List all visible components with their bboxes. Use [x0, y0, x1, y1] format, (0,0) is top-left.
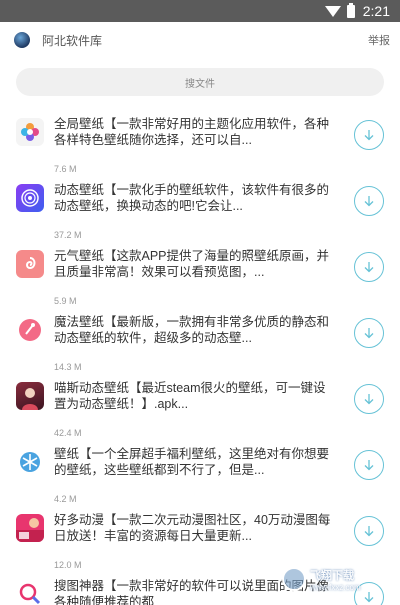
vortex-icon	[16, 184, 44, 212]
snowflake-icon	[16, 448, 44, 476]
watermark-url: www.fxxz.com	[310, 582, 361, 592]
item-description: 动态壁纸【一款化手的壁纸软件，该软件有很多的动态壁纸，换换动态的吧!它会让...	[54, 183, 330, 213]
report-button[interactable]: 举报	[368, 32, 390, 48]
watermark-logo-icon	[282, 567, 306, 591]
list-item[interactable]: 好多动漫【一款二次元动漫图社区，40万动漫图每日放送！丰富的资源每日大量更新..…	[0, 500, 400, 570]
download-arrow-icon	[364, 328, 374, 339]
battery-icon	[346, 2, 355, 18]
file-list: 全局壁纸【一款非常好用的主题化应用软件，各种各样特色壁纸随你选择，还可以自...…	[0, 104, 400, 605]
magic-icon	[16, 316, 44, 344]
download-arrow-icon	[364, 526, 374, 537]
item-description: 壁纸【一个全屏超手福利壁纸，这里绝对有你想要的壁纸，这些壁纸都到不行了，但是..…	[54, 447, 330, 477]
search-input[interactable]: 搜文件	[16, 68, 384, 96]
item-description: 喵斯动态壁纸【最近steam很火的壁纸，可一键设置为动态壁纸！】.apk...	[54, 381, 326, 411]
item-description: 全局壁纸【一款非常好用的主题化应用软件，各种各样特色壁纸随你选择，还可以自...	[54, 117, 330, 147]
flower-icon	[16, 118, 44, 146]
list-item[interactable]: 魔法壁纸【最新版，一款拥有非常多优质的静态和动态壁纸的软件，超级多的动态壁...…	[0, 302, 400, 372]
app-header: 阿北软件库 举报	[0, 22, 400, 58]
download-button[interactable]	[354, 252, 384, 282]
download-button[interactable]	[354, 318, 384, 348]
list-item[interactable]: 元气壁纸【这款APP提供了海量的照壁纸原画，并且质量非常高！效果可以看预览图，.…	[0, 236, 400, 306]
download-arrow-icon	[364, 196, 374, 207]
search-app-icon	[16, 580, 44, 605]
swirl-icon	[16, 250, 44, 278]
item-description: 魔法壁纸【最新版，一款拥有非常多优质的静态和动态壁纸的软件，超级多的动态壁...	[54, 315, 330, 345]
download-button[interactable]	[354, 516, 384, 546]
app-title: 阿北软件库	[42, 33, 103, 48]
download-arrow-icon	[364, 460, 374, 471]
status-time: 2:21	[362, 3, 390, 19]
wifi-icon	[324, 5, 341, 17]
download-arrow-icon	[364, 262, 374, 273]
watermark-title: 飞翔下载	[310, 569, 354, 582]
anime-icon	[16, 514, 44, 542]
search-container: 搜文件	[0, 58, 400, 104]
item-description: 元气壁纸【这款APP提供了海量的照壁纸原画，并且质量非常高！效果可以看预览图，.…	[54, 249, 330, 279]
list-item[interactable]: 喵斯动态壁纸【最近steam很火的壁纸，可一键设置为动态壁纸！】.apk... …	[0, 368, 400, 438]
download-button[interactable]	[354, 450, 384, 480]
download-button[interactable]	[354, 186, 384, 216]
download-arrow-icon	[364, 130, 374, 141]
search-placeholder: 搜文件	[185, 78, 215, 90]
watermark: 飞翔下载 www.fxxz.com	[282, 563, 392, 595]
item-description: 好多动漫【一款二次元动漫图社区，40万动漫图每日放送！丰富的资源每日大量更新..…	[54, 513, 331, 543]
download-button[interactable]	[354, 120, 384, 150]
list-item[interactable]: 动态壁纸【一款化手的壁纸软件，该软件有很多的动态壁纸，换换动态的吧!它会让...…	[0, 170, 400, 240]
app-logo-icon	[14, 32, 30, 48]
list-item[interactable]: 全局壁纸【一款非常好用的主题化应用软件，各种各样特色壁纸随你选择，还可以自...…	[0, 104, 400, 174]
download-arrow-icon	[364, 394, 374, 405]
download-button[interactable]	[354, 384, 384, 414]
character-icon	[16, 382, 44, 410]
list-item[interactable]: 壁纸【一个全屏超手福利壁纸，这里绝对有你想要的壁纸，这些壁纸都到不行了，但是..…	[0, 434, 400, 504]
status-bar: 2:21	[0, 0, 400, 22]
